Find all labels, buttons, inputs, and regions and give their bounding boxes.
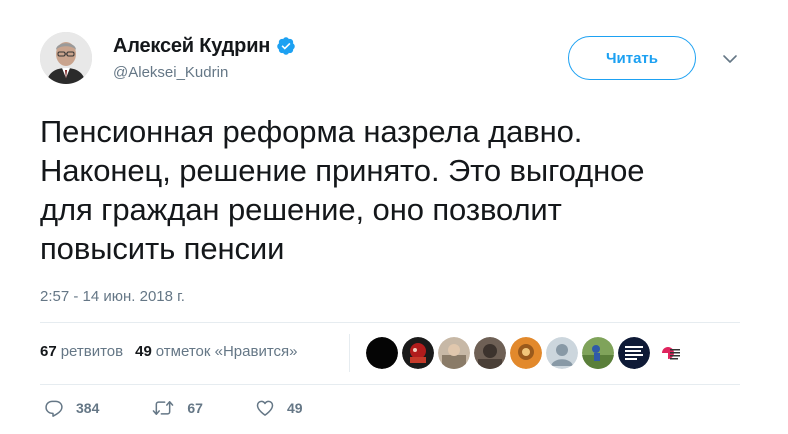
follow-button[interactable]: Читать [568,36,696,80]
liker-avatar-6[interactable] [546,337,578,369]
liker-avatar-5[interactable] [510,337,542,369]
stats-separator [349,334,350,372]
author-info[interactable]: Алексей Кудрин @Aleksei_Kudrin [113,34,296,81]
retweet-icon [153,401,174,415]
divider-top [40,322,740,323]
liker-avatar-9[interactable] [654,337,686,369]
retweets-stat-count: 67 [40,343,57,360]
tweet-actions: 384 67 49 [44,398,355,418]
retweet-count: 67 [187,400,203,416]
author-avatar[interactable] [40,32,92,84]
liker-avatar-7[interactable] [582,337,614,369]
tweet-stats: 67 ретвитов 49 отметок «Нравится» [40,343,297,360]
likes-stat[interactable]: 49 отметок «Нравится» [135,343,297,360]
liker-avatar-4[interactable] [474,337,506,369]
chevron-down-icon[interactable] [722,52,738,64]
retweet-button[interactable]: 67 [151,398,203,418]
reply-button[interactable]: 384 [44,398,99,418]
verified-badge-icon [276,36,296,56]
like-button[interactable]: 49 [255,398,303,418]
likes-stat-label: отметок «Нравится» [155,343,298,360]
likes-stat-count: 49 [135,343,152,360]
tweet-card: Алексей Кудрин @Aleksei_Kudrin Читать Пе… [0,0,788,434]
tweet-text: Пенсионная реформа назрела давно. Наконе… [40,114,645,266]
retweets-stat[interactable]: 67 ретвитов [40,343,123,360]
liker-avatars [366,337,690,369]
reply-count: 384 [76,400,100,416]
author-display-name[interactable]: Алексей Кудрин [113,35,270,58]
reply-icon [45,400,63,417]
liker-avatar-3[interactable] [438,337,470,369]
liker-avatar-8[interactable] [618,337,650,369]
heart-icon [256,400,274,416]
liker-avatar-2[interactable] [402,337,434,369]
tweet-timestamp[interactable]: 2:57 - 14 июн. 2018 г. [40,288,185,305]
liker-avatar-1[interactable] [366,337,398,369]
author-handle[interactable]: @Aleksei_Kudrin [113,64,296,81]
divider-bottom [40,384,740,385]
retweets-stat-label: ретвитов [60,343,124,360]
like-count: 49 [286,400,303,416]
